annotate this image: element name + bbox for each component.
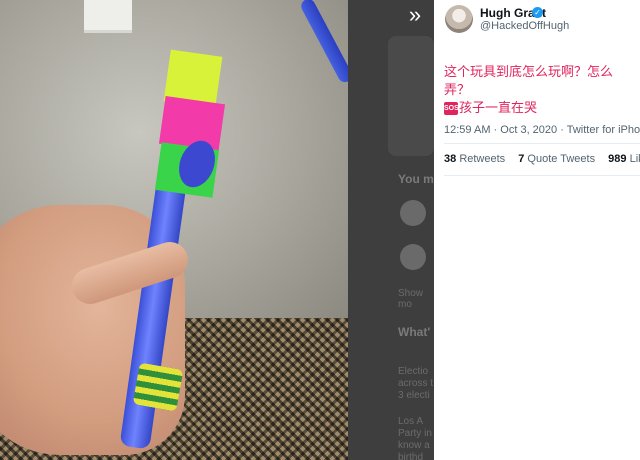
sos-emoji-icon: SOS bbox=[444, 102, 459, 116]
likes-label: Likes bbox=[629, 153, 640, 165]
toy-band bbox=[132, 362, 184, 412]
ghost-news: know a bbox=[398, 440, 430, 451]
tweet-text-line2: 孩子一直在哭 bbox=[459, 100, 538, 115]
tweet-time[interactable]: 12:59 AM bbox=[444, 124, 490, 136]
meta-separator: · bbox=[493, 124, 498, 136]
verified-badge-icon: ✓ bbox=[532, 7, 543, 18]
dimmed-background: You m Show mo What' Electio across t 3 e… bbox=[348, 0, 434, 460]
ghost-heading: You m bbox=[398, 172, 434, 186]
media-viewer: You m Show mo What' Electio across t 3 e… bbox=[0, 0, 434, 460]
likes-stat[interactable]: 989 Likes bbox=[608, 153, 640, 165]
ghost-news: Electio bbox=[398, 366, 429, 377]
tweet-photo[interactable] bbox=[0, 0, 348, 460]
likes-count: 989 bbox=[608, 153, 627, 165]
collapse-panel-icon[interactable]: » bbox=[398, 2, 432, 28]
retweets-stat[interactable]: 38 Retweets bbox=[444, 153, 505, 165]
tweet-text-line1: 这个玩具到底怎么玩啊？怎么弄？ bbox=[444, 64, 614, 97]
retweets-label: Retweets bbox=[459, 153, 506, 165]
meta-separator: · bbox=[560, 124, 564, 136]
ghost-avatar bbox=[400, 200, 426, 226]
ghost-news: across t bbox=[398, 378, 434, 389]
divider bbox=[444, 143, 640, 144]
ghost-news: birthd bbox=[398, 452, 424, 460]
quote-tweets-stat[interactable]: 7 Quote Tweets bbox=[518, 153, 595, 165]
ghost-card bbox=[388, 36, 434, 156]
ghost-avatar bbox=[400, 244, 426, 270]
retweets-count: 38 bbox=[444, 153, 457, 165]
author-handle[interactable]: @HackedOffHugh bbox=[480, 20, 569, 32]
tweet-source[interactable]: Twitter for iPhone bbox=[567, 124, 640, 136]
avatar[interactable] bbox=[445, 5, 473, 33]
tweet-meta: 12:59 AM · Oct 3, 2020 · Twitter for iPh… bbox=[444, 124, 640, 136]
ghost-news: 3 electi bbox=[398, 390, 430, 401]
tweet-stats: 38 Retweets 7 Quote Tweets 989 Likes bbox=[444, 153, 640, 165]
divider bbox=[444, 175, 640, 176]
quotes-count: 7 bbox=[518, 153, 525, 165]
ghost-news: Party in bbox=[398, 428, 432, 439]
photo-book bbox=[84, 0, 132, 33]
ghost-show-more: Show mo bbox=[398, 288, 424, 310]
ghost-news: Los A bbox=[398, 416, 424, 427]
tweet-date[interactable]: Oct 3, 2020 bbox=[500, 124, 557, 136]
tweet-detail-panel: Hugh Grant ✓ @HackedOffHugh 这个玩具到底怎么玩啊？怎… bbox=[434, 0, 640, 460]
ghost-heading: What' bbox=[398, 325, 431, 339]
tweet-text: 这个玩具到底怎么玩啊？怎么弄？ SOS孩子一直在哭 bbox=[444, 63, 634, 117]
quotes-label: Quote Tweets bbox=[527, 153, 596, 165]
